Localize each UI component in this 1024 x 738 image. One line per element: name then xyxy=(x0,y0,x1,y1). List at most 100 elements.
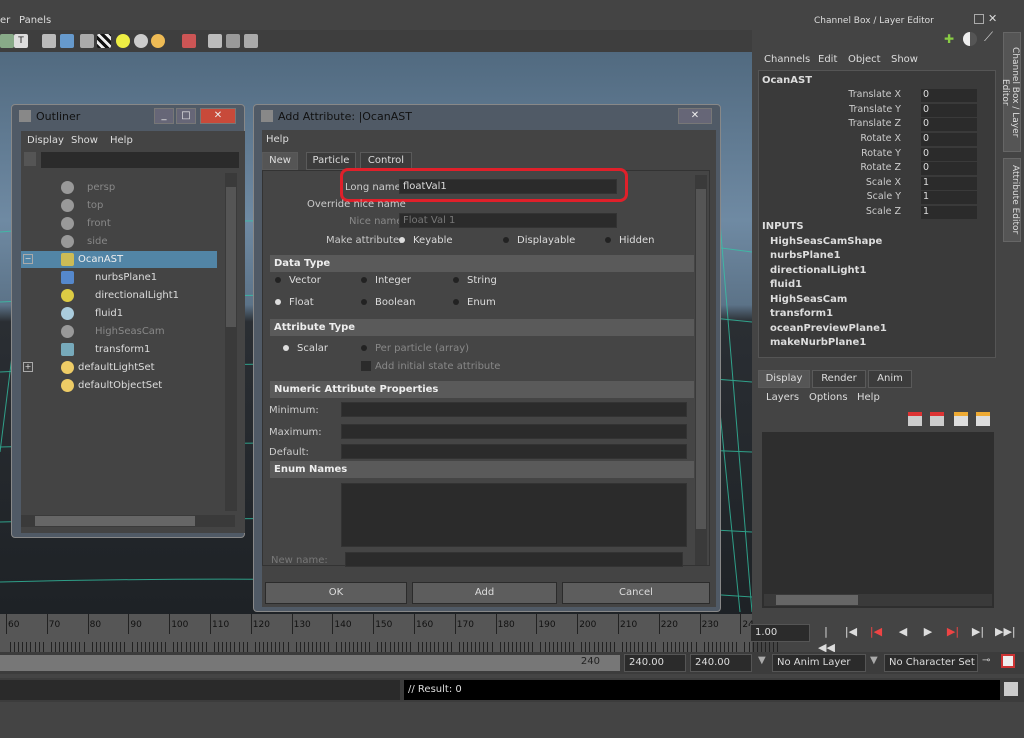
layer-list-hscroll[interactable] xyxy=(764,594,992,606)
channel-row[interactable]: Rotate Y 0 xyxy=(759,148,979,162)
close-button[interactable]: ✕ xyxy=(678,108,712,124)
radio-boolean[interactable]: Boolean xyxy=(361,297,416,308)
script-editor-icon[interactable] xyxy=(1004,682,1018,696)
play-backward-icon[interactable]: ◀ xyxy=(895,624,911,640)
menu-item[interactable]: er xyxy=(0,15,10,26)
add-attribute-vscroll[interactable] xyxy=(695,175,707,565)
list-item[interactable]: transform1 xyxy=(21,341,217,358)
input-node[interactable]: nurbsPlane1 xyxy=(770,250,841,261)
wire-cube-icon[interactable] xyxy=(80,34,94,48)
new-layer-icon[interactable] xyxy=(908,412,922,426)
channel-row[interactable]: Translate Z 0 xyxy=(759,118,979,132)
cancel-button[interactable]: Cancel xyxy=(562,582,710,604)
menu-edit[interactable]: Edit xyxy=(818,54,837,65)
radio-scalar[interactable]: Scalar xyxy=(283,343,328,354)
list-item[interactable]: persp xyxy=(21,179,217,196)
menu-help[interactable]: Help xyxy=(857,392,880,403)
channel-value[interactable]: 1 xyxy=(921,206,977,219)
menu-object[interactable]: Object xyxy=(848,54,881,65)
tool-icon[interactable] xyxy=(0,34,14,48)
radio-enum[interactable]: Enum xyxy=(453,297,496,308)
maximum-input[interactable] xyxy=(341,424,687,439)
sphere-icon[interactable] xyxy=(134,34,148,48)
radio-string[interactable]: String xyxy=(453,275,497,286)
step-forward-frame-icon[interactable]: ▶| xyxy=(945,624,961,640)
list-item[interactable]: fluid1 xyxy=(21,305,217,322)
chevron-down-icon[interactable]: ▼ xyxy=(758,655,766,666)
radio-hidden[interactable]: Hidden xyxy=(605,235,654,246)
command-input[interactable] xyxy=(0,680,400,700)
float-icon[interactable] xyxy=(974,14,984,24)
shaded-cube-icon[interactable] xyxy=(60,34,74,48)
channel-value[interactable]: 0 xyxy=(921,133,977,146)
menu-show[interactable]: Show xyxy=(71,135,98,146)
add-button[interactable]: Add xyxy=(412,582,557,604)
section-attribute-type[interactable]: Attribute Type xyxy=(270,319,694,336)
menu-layers[interactable]: Layers xyxy=(766,392,799,403)
isolate-icon[interactable] xyxy=(208,34,222,48)
radio-integer[interactable]: Integer xyxy=(361,275,411,286)
radio-per-particle[interactable]: Per particle (array) xyxy=(361,343,469,354)
tab-render[interactable]: Render xyxy=(812,370,866,388)
outliner-vscroll[interactable] xyxy=(225,173,237,511)
menu-channels[interactable]: Channels xyxy=(764,54,810,65)
list-item[interactable]: top xyxy=(21,197,217,214)
list-item[interactable]: front xyxy=(21,215,217,232)
menu-item-panels[interactable]: Panels xyxy=(19,15,51,26)
range-slider[interactable]: 240 xyxy=(0,655,620,671)
chevron-down-icon[interactable]: ▼ xyxy=(870,655,878,666)
close-button[interactable]: ✕ xyxy=(200,108,236,124)
input-node[interactable]: HighSeasCamShape xyxy=(770,236,882,247)
frame-icon[interactable] xyxy=(226,34,240,48)
character-set-dropdown[interactable]: No Character Set xyxy=(884,654,978,672)
channel-row[interactable]: Translate X 0 xyxy=(759,89,979,103)
radio-vector[interactable]: Vector xyxy=(275,275,321,286)
go-to-end-icon[interactable]: ▶▶| xyxy=(995,624,1016,640)
tab-display[interactable]: Display xyxy=(758,370,810,388)
shaded-sphere-icon[interactable] xyxy=(151,34,165,48)
input-node[interactable]: transform1 xyxy=(770,308,833,319)
list-item[interactable]: defaultObjectSet xyxy=(21,377,217,394)
channel-row[interactable]: Scale Z 1 xyxy=(759,206,979,220)
input-node[interactable]: oceanPreviewPlane1 xyxy=(770,323,887,334)
list-item[interactable]: − OcanAST xyxy=(21,251,217,268)
close-icon[interactable]: ✕ xyxy=(988,12,997,25)
default-input[interactable] xyxy=(341,444,687,459)
layer-list[interactable] xyxy=(762,432,994,608)
preferences-icon[interactable] xyxy=(1001,654,1015,668)
channel-value[interactable]: 1 xyxy=(921,177,977,190)
ok-button[interactable]: OK xyxy=(265,582,407,604)
nice-name-input[interactable]: Float Val 1 xyxy=(399,213,617,228)
outliner-hscroll[interactable] xyxy=(21,515,235,527)
channel-row[interactable]: Rotate X 0 xyxy=(759,133,979,147)
channel-box-side-tab[interactable]: Channel Box / Layer Editor xyxy=(1000,32,1021,152)
input-node[interactable]: fluid1 xyxy=(770,279,802,290)
channel-value[interactable]: 0 xyxy=(921,104,977,117)
override-nice-name-checkbox[interactable]: Override nice name xyxy=(307,199,411,210)
select-icon[interactable] xyxy=(182,34,196,48)
shading-icon[interactable] xyxy=(963,32,977,46)
input-node[interactable]: HighSeasCam xyxy=(770,294,847,305)
section-data-type[interactable]: Data Type xyxy=(270,255,694,272)
tab-new[interactable]: New xyxy=(262,152,298,170)
channel-value[interactable]: 0 xyxy=(921,118,977,131)
radio-displayable[interactable]: Displayable xyxy=(503,235,575,246)
add-attribute-titlebar[interactable]: Add Attribute: |OcanAST ✕ xyxy=(254,105,720,129)
initial-state-checkbox[interactable] xyxy=(361,361,371,371)
radio-float[interactable]: Float xyxy=(275,297,314,308)
filter-icon[interactable] xyxy=(24,152,36,166)
play-forward-icon[interactable]: ▶ xyxy=(920,624,936,640)
channel-row[interactable]: Scale Y 1 xyxy=(759,191,979,205)
channel-row[interactable]: Translate Y 0 xyxy=(759,104,979,118)
nodes-icon[interactable] xyxy=(244,34,258,48)
list-item[interactable]: side xyxy=(21,233,217,250)
new-layer-selected-icon[interactable] xyxy=(930,412,944,426)
menu-show[interactable]: Show xyxy=(891,54,918,65)
scroll-thumb[interactable] xyxy=(776,595,858,605)
step-forward-key-icon[interactable]: ▶| xyxy=(970,624,986,640)
outliner-search-field[interactable] xyxy=(41,152,239,168)
maximize-button[interactable]: □ xyxy=(176,108,196,124)
section-enum-names[interactable]: Enum Names xyxy=(270,461,694,478)
menu-display[interactable]: Display xyxy=(27,135,64,146)
input-node[interactable]: directionalLight1 xyxy=(770,265,866,276)
